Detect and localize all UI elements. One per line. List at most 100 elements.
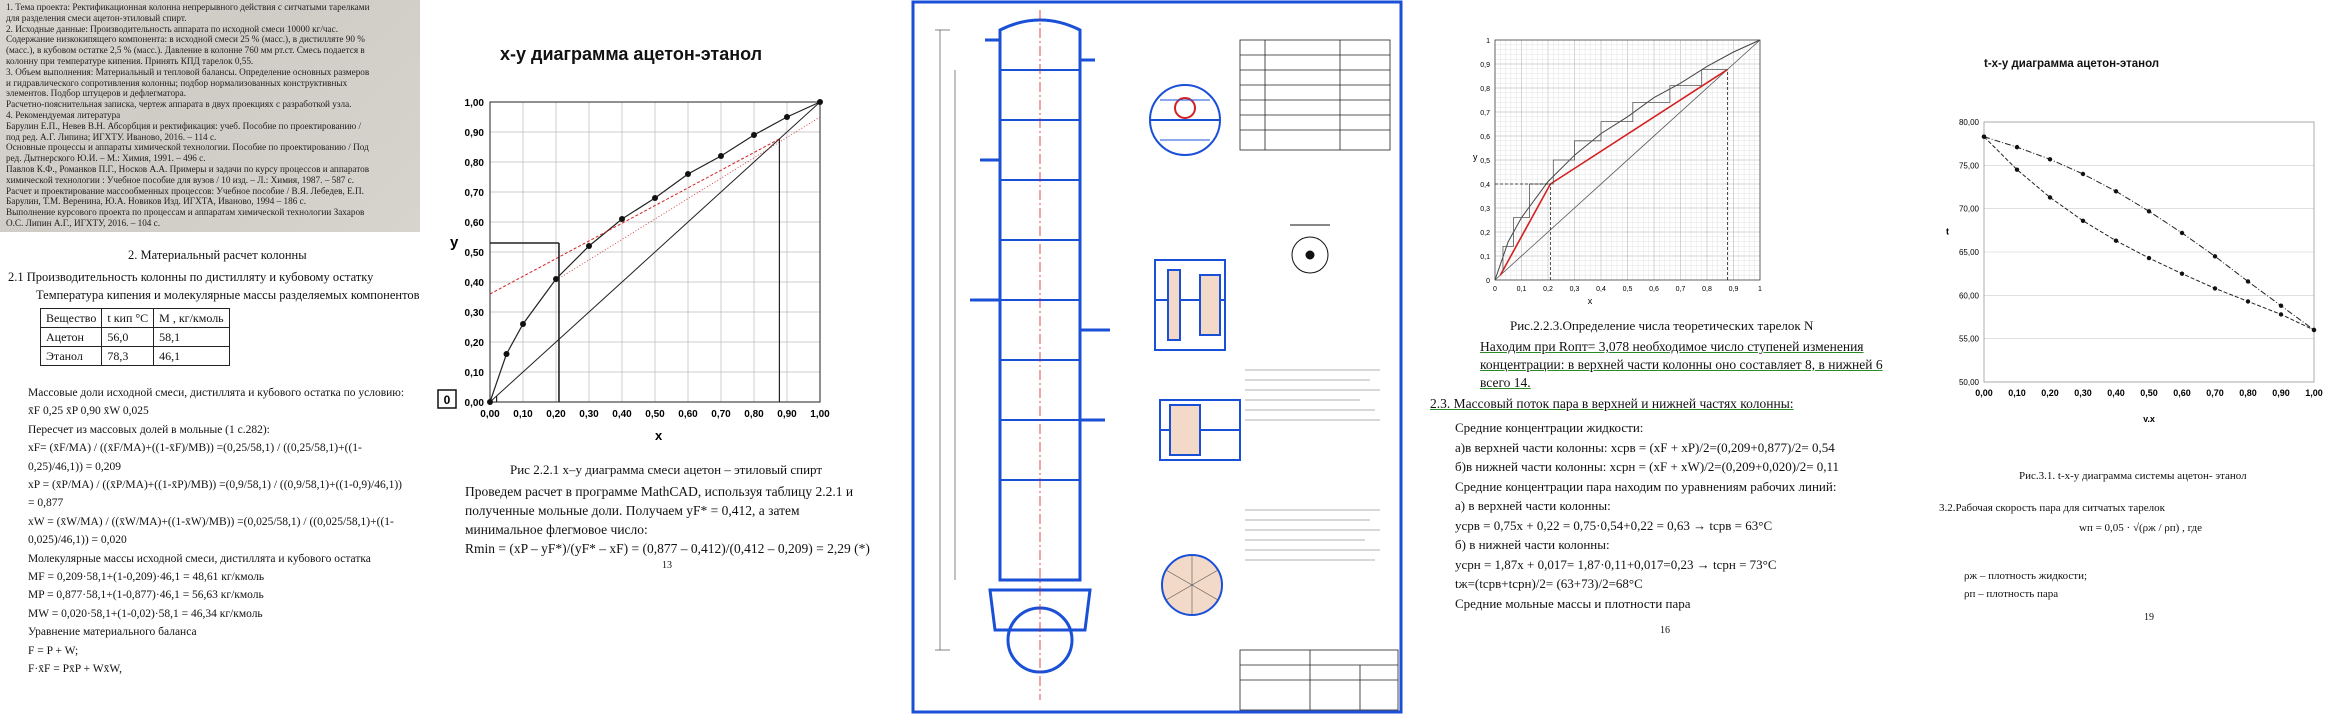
data-point xyxy=(2047,195,2053,200)
table-cell: Этанол xyxy=(39,346,103,366)
y-axis-label: t xyxy=(1946,227,1949,237)
data-point xyxy=(2146,255,2152,261)
y-tick-label: 0,50 xyxy=(465,248,485,259)
x-tick-label: 0,10 xyxy=(2008,388,2026,398)
page-number: 19 xyxy=(2144,612,2154,623)
y-tick-label: 0,80 xyxy=(465,158,485,169)
y-tick-label: 0,30 xyxy=(465,308,485,319)
text-line: F = P + W; xyxy=(28,644,79,657)
text-line: Павлов К.Ф., Романков П.Г., Носков А.А. … xyxy=(6,163,370,174)
data-point xyxy=(2014,167,2020,172)
x-tick-label: 0,1 xyxy=(1517,286,1527,293)
data-point xyxy=(2047,157,2053,162)
text-line: полученные мольные доли. Получаем yF* = … xyxy=(465,503,800,518)
y-tick-label: 0,60 xyxy=(465,218,485,229)
text-line: (масс.), в кубовом остатке 2,5 % (масс.)… xyxy=(6,45,365,56)
x-tick-label: 0 xyxy=(1493,286,1497,293)
xy-chart: 1,00 0,90 0,80 0,70 0,60 0,50 0,40 0,30 0,20 0,10… xyxy=(437,98,830,440)
chart-title: x-y диаграмма ацетон-этанол xyxy=(500,44,763,64)
page-txy-diagram: t-x-y диаграмма ацетон-этанол 80,00 75,00… xyxy=(1939,0,2339,721)
origin-label: 0 xyxy=(444,393,451,407)
y-axis-label: y xyxy=(1473,152,1478,162)
x-tick-label: 0,9 xyxy=(1729,286,1739,293)
y-tick-label: 0,1 xyxy=(1480,254,1490,261)
text-line: MF = 0,209·58,1+(1-0,209)·46,1 = 48,61 к… xyxy=(28,571,265,584)
text-line: Молекулярные массы исходной смеси, дисти… xyxy=(28,552,371,565)
section-title: 2. Материальный расчет колонны xyxy=(128,248,307,262)
text-line: x̄F 0,25 x̄P 0,90 x̄W 0,025 xyxy=(28,405,149,418)
text-line: 0,25)/46,1)) = 0,209 xyxy=(28,460,122,473)
data-point xyxy=(2245,299,2251,304)
x-tick-label: 0,90 xyxy=(777,409,797,420)
text-line: Средние концентрации пара находим по ура… xyxy=(1455,478,1837,494)
y-tick-label: 0,5 xyxy=(1480,158,1490,165)
text-line: tж=(tсрв+tсрн)/2= (63+73)/2=68°С xyxy=(1455,576,1643,591)
liquid-curve xyxy=(1983,136,2315,331)
result-line: Находим при Rопт= 3,078 необходимое числ… xyxy=(1480,339,1864,354)
page-number: 13 xyxy=(662,560,672,571)
text-line: Уравнение материального баланса xyxy=(28,626,197,639)
table-cell: 78,3 xyxy=(101,346,155,366)
components-table: Вещество t кип °С M , кг/кмоль Ацетон 56… xyxy=(39,308,230,366)
x-tick-label: 0,20 xyxy=(2041,388,2059,398)
text-line: химической технологии : Учебное пособие … xyxy=(6,174,355,185)
table-header-cell: M , кг/кмоль xyxy=(153,308,230,328)
scanned-assignment: 1. Тема проекта: Ректификационная колонн… xyxy=(0,0,420,232)
text-line: yсрн = 1,87x + 0,017= 1,87·0,11+0,017=0,… xyxy=(1455,556,1777,572)
x-tick-label: 0,7 xyxy=(1676,286,1686,293)
text-line: Средние концентрации жидкости: xyxy=(1455,420,1644,435)
y-tick-label: 1,00 xyxy=(465,98,485,109)
page-theoretical-plates: 1 0,9 0,8 0,7 0,6 0,5 0,4 0,3 0,2 0,1 0 0 0,1 0,2 0,3 0… xyxy=(1420,0,1939,721)
section-title: 3.2.Рабочая скорость пара для ситчатых т… xyxy=(1939,502,2165,514)
table-header-cell: t кип °С xyxy=(101,308,155,328)
x-tick-label: 0,80 xyxy=(744,409,764,420)
data-point xyxy=(784,114,790,120)
x-tick-label: 0,6 xyxy=(1649,286,1659,293)
x-tick-label: 0,80 xyxy=(2239,388,2257,398)
y-tick-label: 55,00 xyxy=(1959,335,1980,344)
text-line: Средние мольные массы и плотности пара xyxy=(1455,595,1691,611)
data-point xyxy=(2080,171,2086,177)
y-tick-label: 0,7 xyxy=(1480,110,1490,117)
figure-caption: Рис.3.1. t-x-y диаграмма системы ацетон-… xyxy=(2019,470,2247,482)
text-line: элементов. Подбор штуцеров и дефлегматор… xyxy=(6,88,187,99)
data-point xyxy=(2179,271,2185,276)
x-tick-label: 0,00 xyxy=(1975,388,1993,398)
y-tick-label: 0,90 xyxy=(465,128,485,139)
x-tick-label: 1 xyxy=(1758,286,1762,293)
data-point xyxy=(2278,303,2284,308)
table-row: Ацетон 56,0 58,1 xyxy=(39,327,230,347)
table-cell: 46,1 xyxy=(153,346,230,366)
data-point xyxy=(520,321,526,327)
text-line: ред. Дытнерского Ю.И. – М.: Химия, 1991.… xyxy=(6,153,206,164)
plates-chart: 1 0,9 0,8 0,7 0,6 0,5 0,4 0,3 0,2 0,1 00 0,1 0,2 0,3 0… xyxy=(1473,38,1762,306)
x-tick-label: 0,60 xyxy=(2173,388,2191,398)
x-axis-label: x xyxy=(1588,296,1593,306)
y-tick-label: 0,00 xyxy=(465,398,485,409)
table-header-cell: Вещество xyxy=(39,308,103,328)
text-line: Содержание низкокипящего компонента: в и… xyxy=(6,34,365,45)
y-tick-label: 0,8 xyxy=(1480,86,1490,93)
data-point xyxy=(2080,218,2086,223)
y-tick-label: 0,3 xyxy=(1480,206,1490,213)
x-tick-label: 0,40 xyxy=(2107,388,2125,398)
text-line: 4. Рекомендуемая литература xyxy=(6,109,121,120)
x-tick-label: 0,90 xyxy=(2272,388,2290,398)
data-point xyxy=(718,153,724,159)
text-line: под ред. А.Г. Липина; ИГХТУ. Иваново, 20… xyxy=(6,131,217,142)
text-line: F·x̄F = Px̄P + Wx̄W, xyxy=(28,663,123,676)
text-line: xW = (x̄W/MA) / ((x̄W/MA)+((1-x̄W)/MB)) … xyxy=(28,515,394,528)
data-point xyxy=(2113,189,2119,194)
figure-caption: Рис 2.2.1 x–y диаграмма смеси ацетон – э… xyxy=(510,462,823,477)
x-tick-label: 0,3 xyxy=(1570,286,1580,293)
data-point xyxy=(586,243,592,249)
column-drawing xyxy=(911,0,1403,714)
x-tick-label: 0,8 xyxy=(1702,286,1712,293)
x-tick-label: 1,00 xyxy=(2305,388,2323,398)
text-line: MW = 0,020·58,1+(1-0,02)·58,1 = 46,34 кг… xyxy=(28,607,263,620)
data-point xyxy=(685,171,691,177)
x-tick-label: 0,00 xyxy=(480,409,500,420)
page-material-balance: 1. Тема проекта: Ректификационная колонн… xyxy=(0,0,420,721)
txy-chart: 80,00 75,00 70,00 65,00 60,00 55,00 50,000,00 0… xyxy=(1946,118,2323,422)
y-tick-label: 0,6 xyxy=(1480,134,1490,141)
